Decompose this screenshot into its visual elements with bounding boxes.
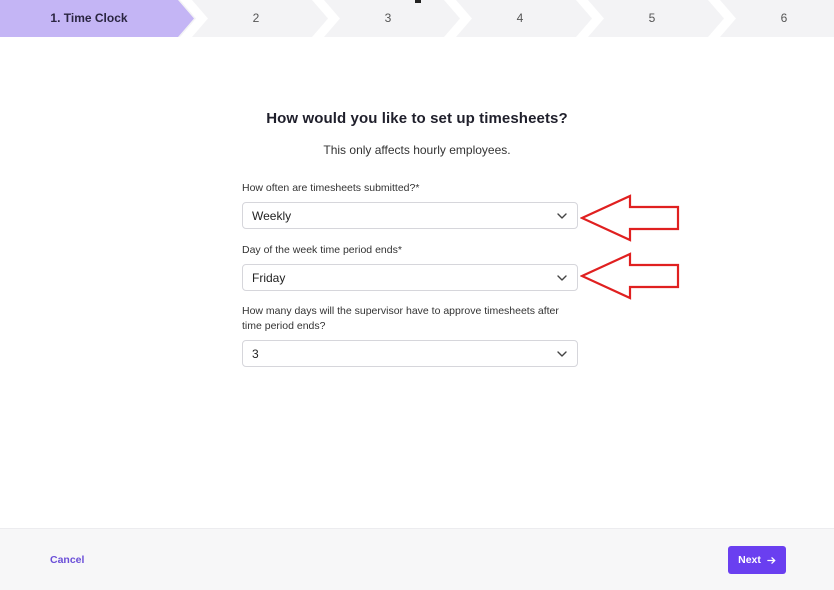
period-end-value: Friday (252, 271, 286, 285)
arrow-right-icon (767, 556, 776, 564)
step-5[interactable]: 5 (592, 0, 712, 37)
step-2[interactable]: 2 (196, 0, 316, 37)
footer-bar: Cancel Next (0, 528, 834, 590)
annotation-arrow-2 (580, 252, 680, 300)
page-subtitle: This only affects hourly employees. (323, 143, 511, 157)
approval-days-select[interactable]: 3 (242, 340, 578, 367)
page-title: How would you like to set up timesheets? (266, 110, 568, 127)
step-1[interactable]: 1. Time Clock (0, 0, 178, 37)
step-4[interactable]: 4 (460, 0, 580, 37)
approval-days-label: How many days will the supervisor have t… (242, 305, 559, 332)
annotation-arrow-1 (580, 194, 680, 242)
chevron-down-icon (557, 213, 567, 219)
step-6[interactable]: 6 (724, 0, 834, 37)
period-end-label: Day of the week time period ends* (242, 244, 402, 256)
period-end-select[interactable]: Friday (242, 264, 578, 291)
cursor-mark (415, 0, 421, 3)
cancel-button[interactable]: Cancel (50, 554, 84, 566)
frequency-label: How often are timesheets submitted?* (242, 182, 420, 194)
approval-days-value: 3 (252, 347, 259, 361)
frequency-select[interactable]: Weekly (242, 202, 578, 229)
chevron-down-icon (557, 351, 567, 357)
step-3[interactable]: 3 (328, 0, 448, 37)
chevron-down-icon (557, 275, 567, 281)
next-button[interactable]: Next (728, 546, 786, 574)
progress-stepper: 1. Time Clock 2 3 4 5 6 (0, 0, 834, 37)
next-button-label: Next (738, 554, 761, 566)
frequency-value: Weekly (252, 209, 292, 223)
